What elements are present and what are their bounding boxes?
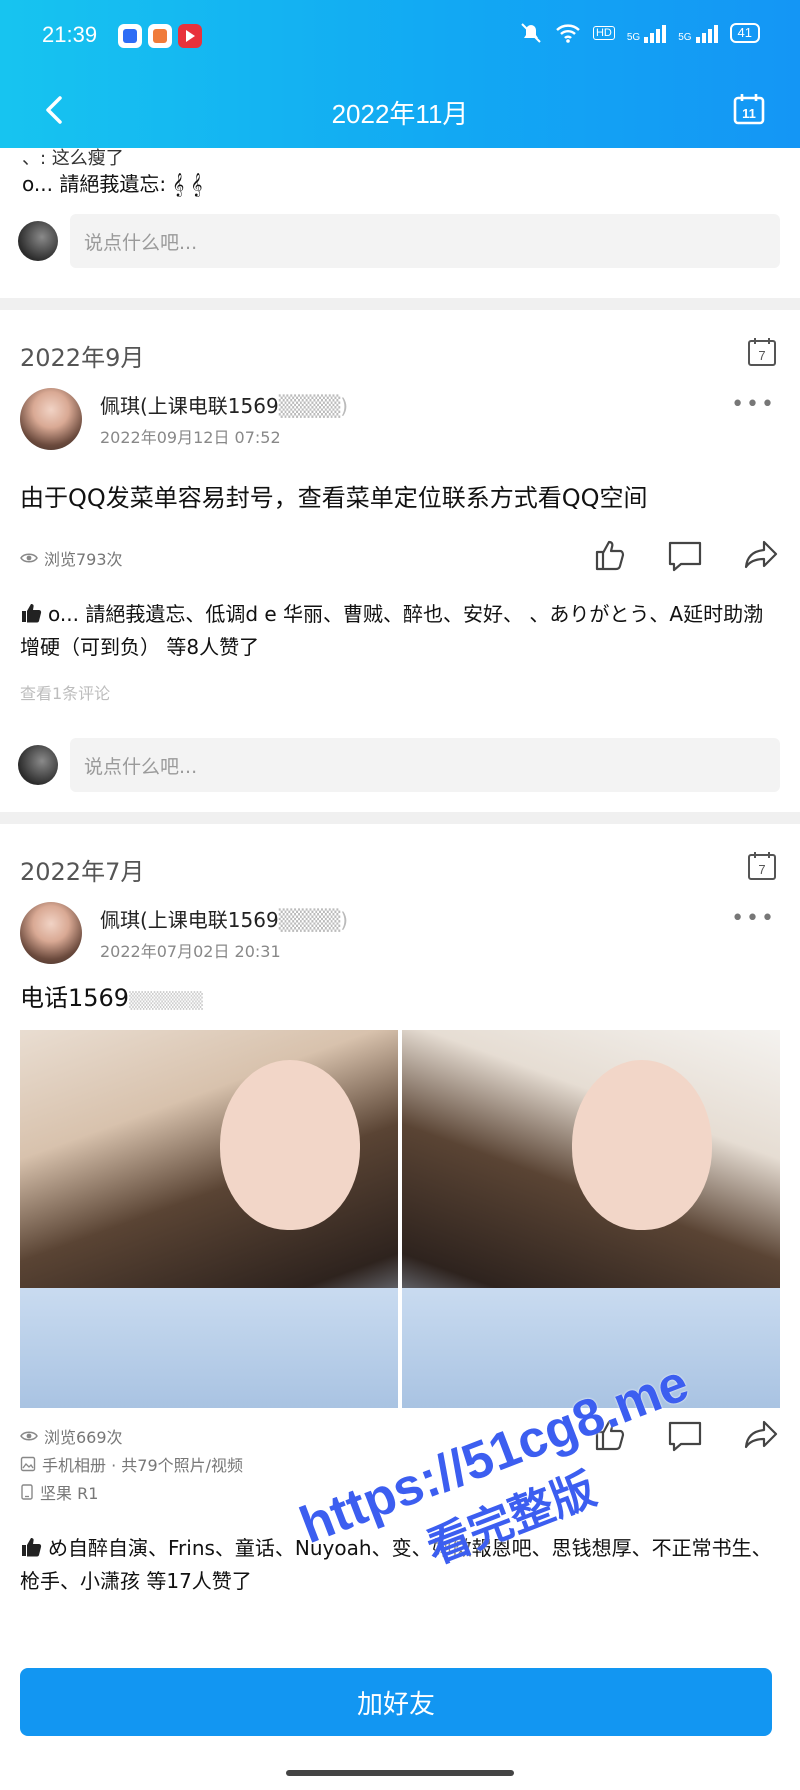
notification-icons [118,24,202,48]
eye-icon [20,1431,38,1441]
view-count: 浏览793次 [20,546,123,570]
album-text: 手机相册 · 共79个照片/视频 [42,1456,244,1475]
author-name-text: 佩琪(上课电联1569 [100,394,279,418]
thumbs-up-icon [22,604,42,623]
month-header: 2022年9月 [20,344,145,372]
calendar-icon[interactable]: 7 [746,850,778,882]
divider [0,812,800,824]
author-name-blurred: ▒▒▒▒) [278,394,349,418]
wifi-icon [556,24,580,43]
calendar-day: 11 [742,106,756,121]
more-options-icon[interactable]: ••• [731,906,776,931]
likes-text: o... 請絕莪遺忘、低调d e 华丽、曹贼、醉也、安好、 、ありがとう、A延时… [20,602,764,659]
add-friend-button[interactable]: 加好友 [20,1668,772,1736]
photo-subject [20,1288,398,1408]
comment-input[interactable]: 说点什么吧... [70,738,780,792]
author-name[interactable]: 佩琪(上课电联1569▒▒▒▒) [100,390,348,419]
avatar[interactable] [20,902,82,964]
home-indicator[interactable] [286,1770,514,1776]
signal-icon: 5G [627,23,667,43]
comment-row: 说点什么吧... [18,738,780,792]
avatar [18,221,58,261]
author-name-blurred: ▒▒▒▒) [278,908,349,932]
post-photo[interactable] [20,1030,398,1408]
status-indicators: HD 5G 5G 41 [519,22,760,44]
post-date: 2022年07月02日 20:31 [100,942,281,961]
app-notification-icon [148,24,172,48]
post-text-visible: 电话1569 [20,984,130,1012]
video-notification-icon [178,24,202,48]
page-title: 2022年11月 [331,99,469,129]
post-photo[interactable] [402,1030,780,1408]
photo-grid [20,1030,780,1408]
divider [0,298,800,310]
author-name-text: 佩琪(上课电联1569 [100,908,279,932]
month-header: 2022年7月 [20,858,145,886]
device-text: 坚果 R1 [40,1484,99,1503]
comment-text: 、: 这么瘦了 [22,148,124,169]
more-options-icon[interactable]: ••• [731,392,776,417]
comment-input[interactable]: 说点什么吧... [70,214,780,268]
hd-badge: HD [592,26,615,40]
author-name[interactable]: 佩琪(上课电联1569▒▒▒▒) [100,904,348,933]
view-count-text: 浏览669次 [44,1428,123,1447]
comment-icon[interactable] [666,536,704,574]
app-header: 21:39 HD 5G 5G 41 2022年11月 11 [0,0,800,148]
share-icon[interactable] [742,1416,780,1454]
share-icon[interactable] [742,536,780,574]
album-info: 手机相册 · 共79个照片/视频 [20,1452,243,1476]
calendar-icon[interactable]: 11 [732,92,766,126]
comment-row: 说点什么吧... [18,214,780,268]
calendar-day: 7 [758,862,765,877]
device-info: 坚果 R1 [20,1480,98,1504]
thumbs-up-icon [22,1538,42,1557]
battery-indicator: 41 [729,23,760,43]
post-actions [590,536,780,574]
nav-bar: 2022年11月 11 [0,82,800,138]
app-notification-icon [118,24,142,48]
eye-icon [20,553,38,563]
phone-icon [21,1484,33,1500]
view-count: 浏览669次 [20,1424,123,1448]
status-time: 21:39 [42,22,98,47]
signal-icon: 5G [678,23,718,43]
likes-summary[interactable]: o... 請絕莪遺忘、低调d e 华丽、曹贼、醉也、安好、 、ありがとう、A延时… [20,598,780,664]
comment-text: o... 請絕莪遺忘: 𝄞 𝄞 [22,172,203,196]
album-icon [20,1456,36,1472]
avatar[interactable] [20,388,82,450]
like-icon[interactable] [590,536,628,574]
mute-icon [521,23,541,43]
status-bar: 21:39 HD 5G 5G 41 [0,18,800,54]
photo-subject [220,1060,360,1230]
view-comments-link[interactable]: 查看1条评论 [20,680,110,704]
photo-subject [572,1060,712,1230]
avatar [18,745,58,785]
post-text-blurred: ▒▒▒▒▒▒ [129,991,203,1010]
calendar-day: 7 [758,348,765,363]
view-count-text: 浏览793次 [44,550,123,569]
post-text: 由于QQ发菜单容易封号，查看菜单定位联系方式看QQ空间 [20,484,648,512]
post-text: 电话1569▒▒▒▒▒▒ [20,978,780,1013]
post-date: 2022年09月12日 07:52 [100,428,281,447]
previous-post-remnant: 、: 这么瘦了 o... 請絕莪遺忘: 𝄞 𝄞 说点什么吧... [0,148,800,298]
calendar-icon[interactable]: 7 [746,336,778,368]
feed-post: 2022年9月 7 佩琪(上课电联1569▒▒▒▒) 2022年09月12日 0… [0,310,800,812]
